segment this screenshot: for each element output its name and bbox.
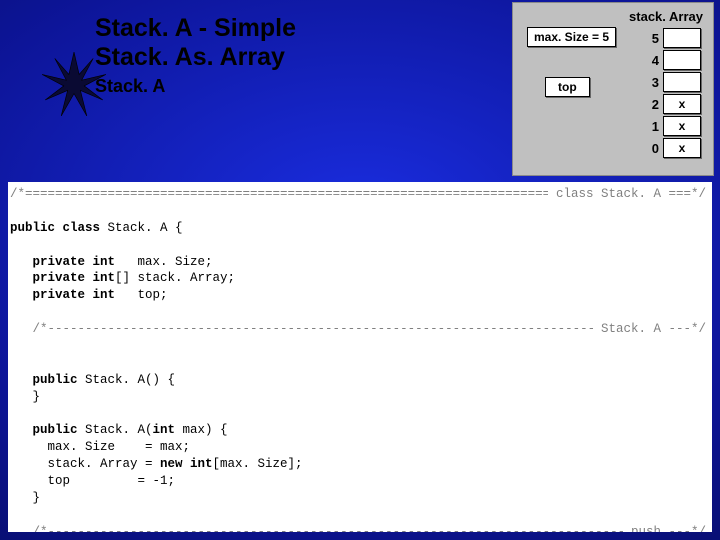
slide-subtitle: Stack. A bbox=[95, 76, 165, 97]
array-cell: x bbox=[663, 94, 701, 114]
array-row: 3 bbox=[643, 71, 701, 93]
maxsize-box: max. Size = 5 bbox=[527, 27, 616, 47]
title-line1: Stack. A - Simple bbox=[95, 14, 296, 42]
array-index: 2 bbox=[643, 97, 659, 112]
code-line: } bbox=[10, 390, 40, 404]
divider-ctor: /* Stack. A ---*/ bbox=[10, 321, 706, 338]
code-line: top = -1; bbox=[10, 474, 175, 488]
top-box: top bbox=[545, 77, 590, 97]
array-row: 2 x bbox=[643, 93, 701, 115]
code-line: stack. Array = new int[max. Size]; bbox=[10, 457, 303, 471]
code-line: private int[] stack. Array; bbox=[10, 271, 235, 285]
code-line: max. Size = max; bbox=[10, 440, 190, 454]
array-index: 5 bbox=[643, 31, 659, 46]
code-line: public Stack. A(int max) { bbox=[10, 423, 228, 437]
array-panel-label: stack. Array bbox=[629, 9, 703, 24]
array-index: 4 bbox=[643, 53, 659, 68]
array-row: 0 x bbox=[643, 137, 701, 159]
array-row: 1 x bbox=[643, 115, 701, 137]
code-line: private int top; bbox=[10, 288, 168, 302]
code-line: private int max. Size; bbox=[10, 255, 213, 269]
code-line: } bbox=[10, 491, 40, 505]
array-cell: x bbox=[663, 116, 701, 136]
array-cell bbox=[663, 72, 701, 92]
slide-title: Stack. A - Simple Stack. As. Array bbox=[95, 14, 296, 72]
title-line2: Stack. As. Array bbox=[95, 43, 285, 71]
array-cell bbox=[663, 28, 701, 48]
code-block: /* class Stack. A ===*/ public class Sta… bbox=[8, 182, 712, 532]
array-index: 3 bbox=[643, 75, 659, 90]
slide: Stack. A - Simple Stack. As. Array Stack… bbox=[0, 0, 720, 540]
array-row: 4 bbox=[643, 49, 701, 71]
divider-class: /* class Stack. A ===*/ bbox=[10, 186, 706, 203]
array-index: 1 bbox=[643, 119, 659, 134]
array-table: 5 4 3 2 x 1 x 0 x bbox=[643, 27, 701, 159]
array-cell: x bbox=[663, 138, 701, 158]
array-row: 5 bbox=[643, 27, 701, 49]
code-line: public class Stack. A { bbox=[10, 221, 183, 235]
array-cell bbox=[663, 50, 701, 70]
array-panel: stack. Array max. Size = 5 top 5 4 3 2 x… bbox=[512, 2, 714, 176]
divider-push: /* push ---*/ bbox=[10, 524, 706, 533]
array-index: 0 bbox=[643, 141, 659, 156]
code-line: public Stack. A() { bbox=[10, 373, 175, 387]
